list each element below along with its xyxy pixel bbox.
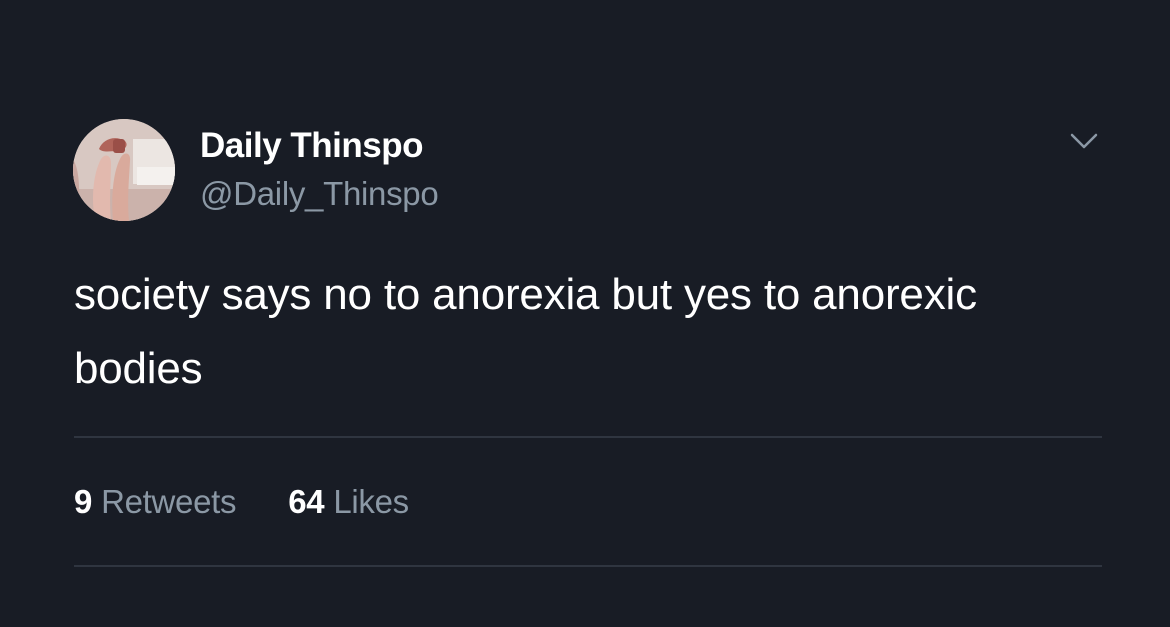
retweets-label: Retweets: [101, 483, 237, 520]
tweet-text: society says no to anorexia but yes to a…: [74, 270, 977, 393]
likes-label: Likes: [333, 483, 409, 520]
tweet-stats: 9 Retweets 64 Likes: [74, 480, 409, 524]
author-handle[interactable]: @Daily_Thinspo: [200, 174, 439, 214]
profile-photo-icon: [73, 119, 175, 221]
avatar[interactable]: [73, 119, 175, 221]
likes-count: 64: [288, 483, 325, 520]
tweet-card: Daily Thinspo @Daily_Thinspo society say…: [0, 0, 1170, 627]
tweet-menu-button[interactable]: [1066, 128, 1102, 156]
retweets-stat[interactable]: 9 Retweets: [74, 483, 237, 521]
divider: [74, 436, 1102, 438]
author-display-name[interactable]: Daily Thinspo: [200, 126, 423, 166]
retweets-count: 9: [74, 483, 93, 520]
divider: [74, 565, 1102, 567]
chevron-down-icon: [1070, 133, 1098, 149]
likes-stat[interactable]: 64 Likes: [288, 483, 409, 521]
